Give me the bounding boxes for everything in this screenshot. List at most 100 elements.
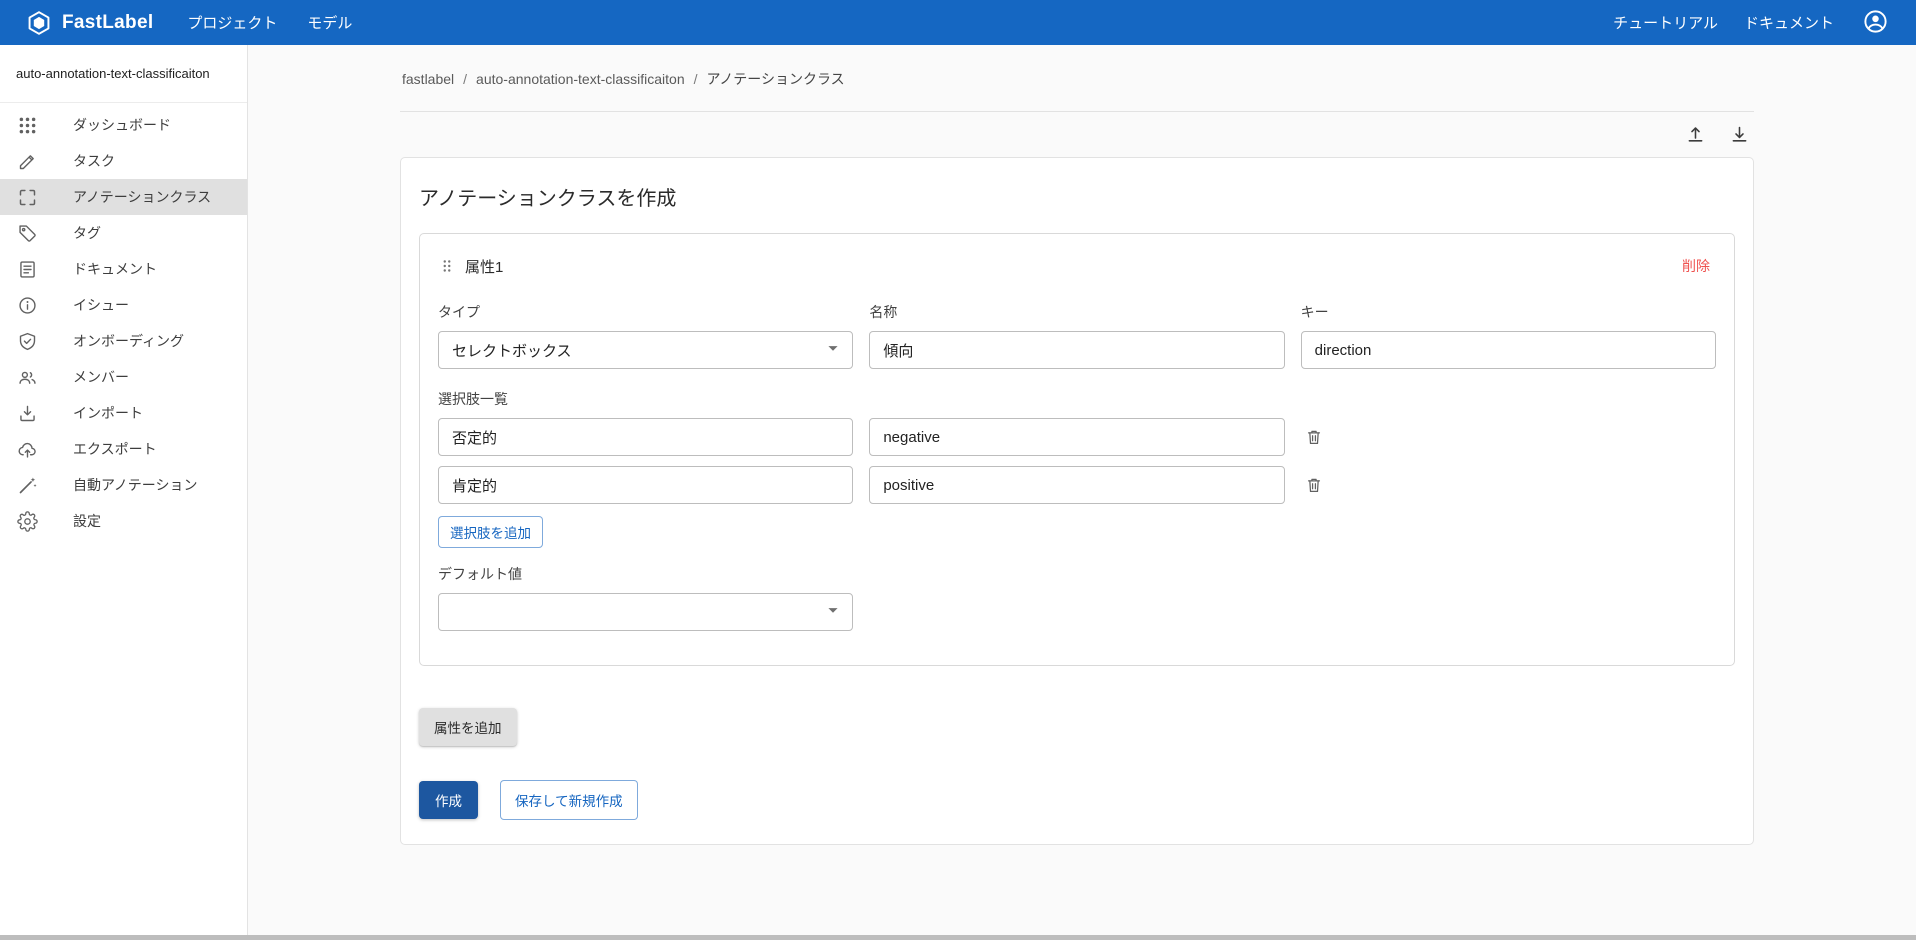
attribute-title: 属性1 <box>465 258 504 276</box>
magic-wand-icon <box>17 475 73 496</box>
crop-free-icon <box>17 187 73 208</box>
nav-projects[interactable]: プロジェクト <box>187 12 277 33</box>
sidebar-menu: ダッシュボード タスク アノテーションクラス タグ ドキュメント イシュー オン… <box>0 103 247 539</box>
sidebar-item-issues[interactable]: イシュー <box>0 287 247 323</box>
sidebar-item-label: オンボーディング <box>73 333 185 349</box>
attribute-panel: 属性1 削除 タイプ セレクトボックス 名称 傾向 キー direction 選… <box>419 233 1735 666</box>
delete-attribute-button[interactable]: 削除 <box>1676 252 1716 280</box>
layout: auto-annotation-text-classificaiton ダッシュ… <box>0 45 1916 935</box>
sidebar-item-import[interactable]: インポート <box>0 395 247 431</box>
form-actions: 作成 保存して新規作成 <box>419 780 1735 820</box>
add-attribute-button[interactable]: 属性を追加 <box>419 708 517 746</box>
topbar-right: チュートリアル ドキュメント <box>1613 8 1890 38</box>
attribute-fields-row: タイプ セレクトボックス 名称 キー <box>438 302 1716 369</box>
horizontal-scrollbar[interactable] <box>0 935 1916 940</box>
type-select[interactable]: セレクトボックス <box>438 331 854 369</box>
delete-option-button[interactable] <box>1301 424 1327 450</box>
gear-icon <box>17 510 73 532</box>
trash-icon <box>1304 427 1324 447</box>
chevron-down-icon <box>822 337 844 363</box>
chevron-down-icon <box>822 599 844 625</box>
sidebar-item-label: タスク <box>73 153 115 169</box>
sidebar: auto-annotation-text-classificaiton ダッシュ… <box>0 45 248 935</box>
add-option-button[interactable]: 選択肢を追加 <box>438 516 543 548</box>
name-label: 名称 <box>869 304 898 320</box>
sidebar-item-settings[interactable]: 設定 <box>0 503 247 539</box>
key-input[interactable] <box>1300 331 1716 369</box>
sidebar-item-label: タグ <box>73 225 101 241</box>
sidebar-item-export[interactable]: エクスポート <box>0 431 247 467</box>
attribute-header: 属性1 削除 <box>438 252 1716 280</box>
save-and-new-button[interactable]: 保存して新規作成 <box>500 780 638 820</box>
type-select-value: セレクトボックス <box>452 342 572 360</box>
nav-models[interactable]: モデル <box>307 12 352 33</box>
default-value-select[interactable] <box>438 593 854 631</box>
create-button[interactable]: 作成 <box>419 781 478 819</box>
sidebar-item-onboarding[interactable]: オンボーディング <box>0 323 247 359</box>
main-content: fastlabel / auto-annotation-text-classif… <box>248 45 1916 935</box>
apps-grid-icon <box>17 115 73 136</box>
name-field-group: 名称 <box>869 302 1285 369</box>
name-input[interactable] <box>869 331 1285 369</box>
breadcrumb-separator: / <box>693 71 698 87</box>
breadcrumb-project[interactable]: auto-annotation-text-classificaiton <box>476 71 685 87</box>
sidebar-item-label: 設定 <box>73 513 101 529</box>
type-field-group: タイプ セレクトボックス <box>438 302 854 369</box>
sidebar-item-tasks[interactable]: タスク <box>0 143 247 179</box>
trash-icon <box>1304 475 1324 495</box>
options-label: 選択肢一覧 <box>438 391 508 407</box>
people-icon <box>17 367 73 388</box>
sidebar-item-label: ドキュメント <box>73 261 157 277</box>
pencil-icon <box>17 151 73 172</box>
create-annotation-class-card: アノテーションクラスを作成 属性1 削除 タイプ セレクトボックス 名称 傾向 … <box>400 157 1754 845</box>
hexagon-logo-icon <box>26 10 52 36</box>
option-value-input[interactable] <box>869 418 1285 456</box>
key-label: キー <box>1300 304 1329 320</box>
topbar-nav: プロジェクト モデル <box>187 12 352 33</box>
sidebar-item-label: メンバー <box>73 369 129 385</box>
sidebar-item-members[interactable]: メンバー <box>0 359 247 395</box>
sidebar-item-label: エクスポート <box>73 441 157 457</box>
drag-handle-icon[interactable] <box>438 257 456 275</box>
download-button[interactable] <box>1726 121 1752 147</box>
options-list <box>438 418 1716 504</box>
sidebar-item-annotation-class[interactable]: アノテーションクラス <box>0 179 247 215</box>
sidebar-item-documents[interactable]: ドキュメント <box>0 251 247 287</box>
option-value-input[interactable] <box>869 466 1285 504</box>
option-label-input[interactable] <box>438 466 854 504</box>
type-label: タイプ <box>438 304 480 320</box>
brand-name: FastLabel <box>62 11 154 33</box>
sidebar-item-label: 自動アノテーション <box>73 477 198 493</box>
upload-button[interactable] <box>1682 121 1708 147</box>
delete-option-button[interactable] <box>1301 472 1327 498</box>
option-label-input[interactable] <box>438 418 854 456</box>
sidebar-item-label: アノテーションクラス <box>73 189 212 205</box>
nav-docs[interactable]: ドキュメント <box>1744 12 1834 33</box>
sidebar-item-tags[interactable]: タグ <box>0 215 247 251</box>
sidebar-item-label: イシュー <box>73 297 129 313</box>
upload-icon <box>1685 124 1706 145</box>
project-name: auto-annotation-text-classificaiton <box>0 45 247 103</box>
account-menu-button[interactable] <box>1860 8 1890 38</box>
nav-tutorial[interactable]: チュートリアル <box>1613 12 1718 33</box>
sidebar-item-label: ダッシュボード <box>73 117 171 133</box>
download-icon <box>1729 124 1750 145</box>
account-circle-icon <box>1862 8 1889 38</box>
topbar: FastLabel プロジェクト モデル チュートリアル ドキュメント <box>0 0 1916 45</box>
import-tray-icon <box>17 403 73 424</box>
sidebar-item-auto-annotation[interactable]: 自動アノテーション <box>0 467 247 503</box>
default-value-row <box>438 593 1716 631</box>
tag-icon <box>17 223 73 244</box>
info-circle-icon <box>17 295 73 316</box>
shield-check-icon <box>17 331 73 352</box>
breadcrumb-org[interactable]: fastlabel <box>402 71 454 87</box>
breadcrumb-current: アノテーションクラス <box>706 71 845 87</box>
brand-logo[interactable]: FastLabel <box>26 10 153 36</box>
sidebar-item-label: インポート <box>73 405 143 421</box>
key-field-group: キー <box>1300 302 1716 369</box>
breadcrumb: fastlabel / auto-annotation-text-classif… <box>400 45 1754 112</box>
breadcrumb-separator: / <box>463 71 468 87</box>
sidebar-item-dashboard[interactable]: ダッシュボード <box>0 107 247 143</box>
document-icon <box>17 259 73 280</box>
cloud-upload-icon <box>17 439 73 460</box>
